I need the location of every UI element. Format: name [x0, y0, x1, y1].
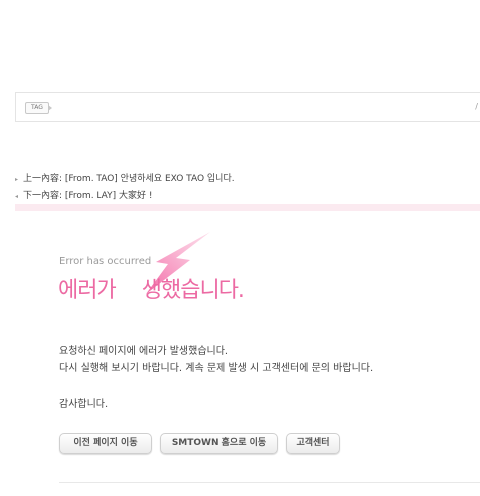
prev-page-button[interactable]: 이전 페이지 이동 [59, 433, 152, 454]
thanks-text: 감사합니다. [59, 399, 109, 410]
divider-bar [15, 204, 480, 211]
caret-left-icon: ◂ [15, 193, 19, 200]
tag-label[interactable]: TAG [25, 102, 52, 114]
error-headline-right: 생했습니다. [141, 278, 245, 303]
customer-center-button[interactable]: 고객센터 [286, 433, 340, 454]
error-message-line-1: 요청하신 페이지에 에러가 발생했습니다. [59, 346, 229, 357]
error-headline: 에러가 생했습니다. [58, 272, 245, 304]
next-post-text[interactable]: 下一內容: [From. LAY] 大家好 ! [23, 191, 152, 201]
prev-post-text[interactable]: 上一內容: [From. TAO] 안녕하세요 EXO TAO 입니다. [23, 174, 235, 184]
tag-box-end-mark: / [475, 102, 478, 111]
error-headline-left: 에러가 [58, 278, 117, 303]
caret-right-icon: ▸ [15, 176, 19, 183]
tag-box: TAG / [15, 92, 480, 122]
error-subtitle: Error has occurred [59, 256, 152, 267]
smtown-home-button[interactable]: SMTOWN 홈으로 이동 [160, 433, 278, 454]
bottom-divider [59, 482, 480, 483]
next-post-link[interactable]: ◂ 下一內容: [From. LAY] 大家好 ! [15, 188, 152, 201]
error-message-line-2: 다시 실행해 보시기 바랍니다. 계속 문제 발생 시 고객센터에 문의 바랍니… [59, 363, 374, 374]
prev-post-link[interactable]: ▸ 上一內容: [From. TAO] 안녕하세요 EXO TAO 입니다. [15, 171, 235, 184]
